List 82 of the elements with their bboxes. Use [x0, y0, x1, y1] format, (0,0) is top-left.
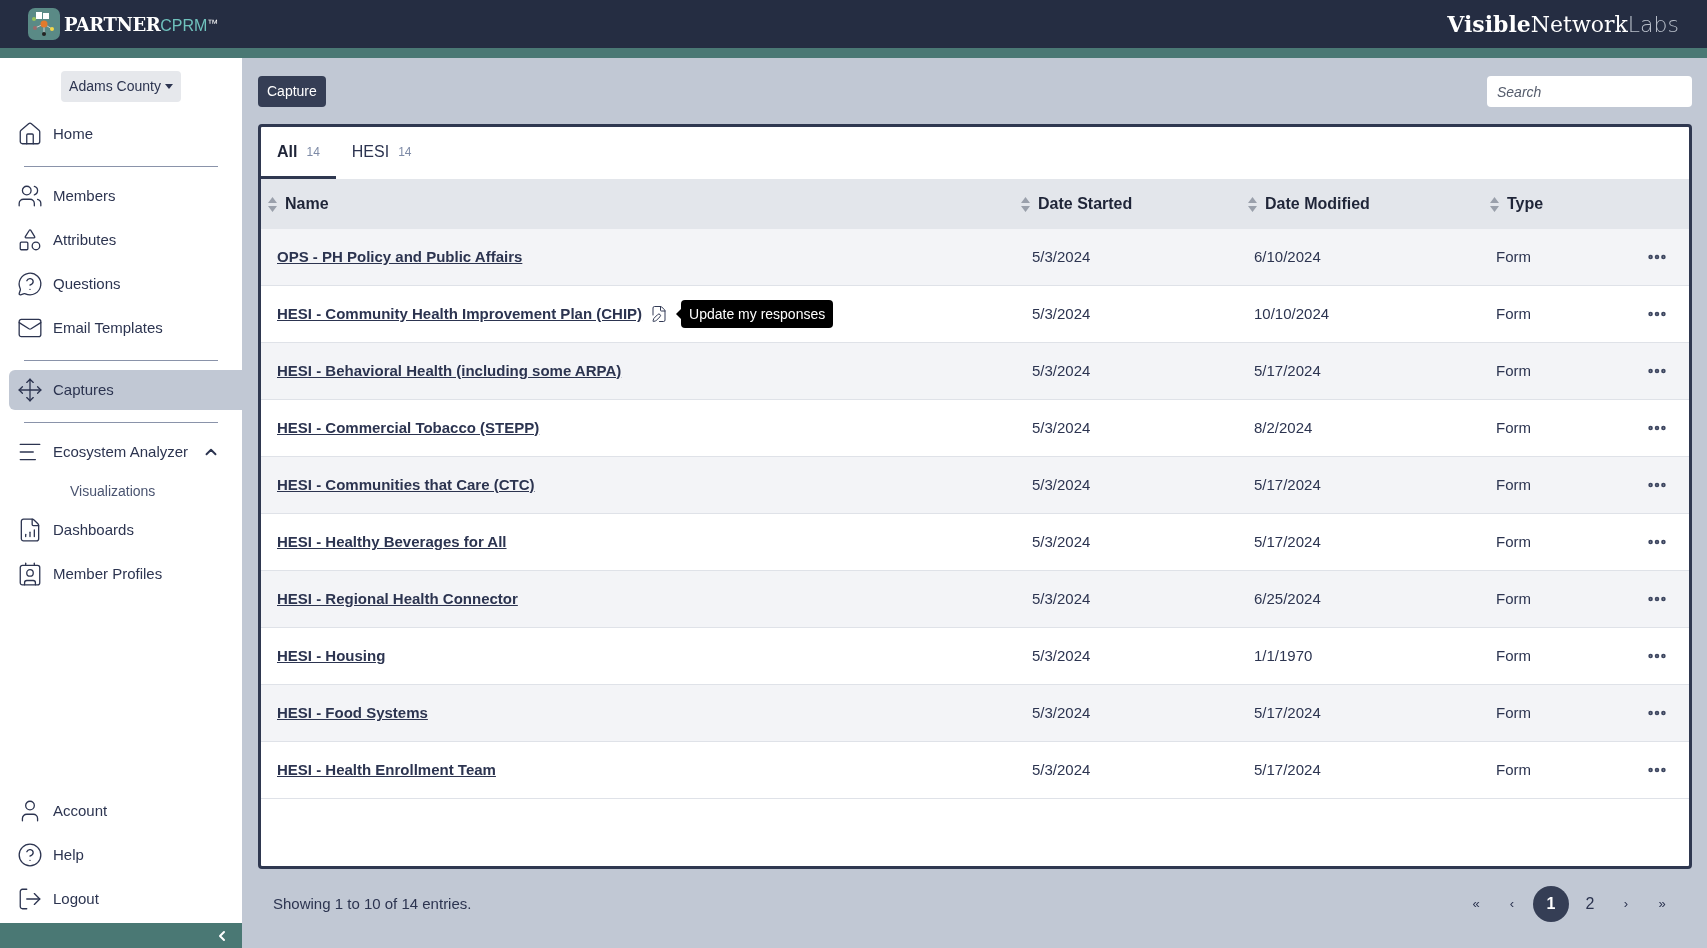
table-cell-text: Form [1495, 474, 1531, 495]
sidebar-item[interactable]: Dashboards [9, 508, 242, 552]
contact-card-icon [17, 561, 43, 587]
sidebar-item[interactable]: Ecosystem Analyzer [9, 430, 242, 474]
search-field[interactable]: Search [1487, 76, 1692, 107]
capture-link[interactable]: HESI - Food Systems [277, 701, 428, 725]
table-cell-text: 5/3/2024 [1031, 360, 1091, 381]
table-cell-text: 5/3/2024 [1031, 531, 1091, 552]
sidebar-item[interactable]: Help [0, 833, 242, 877]
sidebar-item[interactable]: Member Profiles [9, 552, 242, 596]
table-cell-text: 5/17/2024 [1253, 759, 1321, 780]
table-cell-text: Form [1495, 759, 1531, 780]
partner-logo-text: Network [1530, 10, 1628, 39]
sidebar-item[interactable]: Questions [9, 262, 242, 306]
table-cell-text: 1/1/1970 [1253, 645, 1313, 666]
sidebar-item[interactable]: Captures [9, 370, 242, 410]
house-icon [17, 121, 43, 147]
capture-link[interactable]: HESI - Behavioral Health (including some ARPA) [277, 359, 622, 383]
table-cell-text: 5/3/2024 [1031, 588, 1091, 609]
entries-summary: Showing 1 to 10 of 14 entries. [273, 893, 472, 914]
table-cell-text: 5/3/2024 [1031, 759, 1091, 780]
table-cell-text: Form [1495, 246, 1531, 267]
table-cell-text: 5/3/2024 [1031, 645, 1091, 666]
trademark-mark: ™ [207, 15, 219, 31]
table-cell-text: 5/17/2024 [1253, 360, 1321, 381]
table-cell-text: 5/3/2024 [1031, 303, 1091, 324]
sidebar-item[interactable]: Attributes [9, 218, 242, 262]
table-cell-text: 6/10/2024 [1253, 246, 1321, 267]
partner-logo-text: Visible [1447, 9, 1531, 39]
brand-suffix: CPRM [160, 15, 208, 36]
page-button[interactable]: 1 [1533, 886, 1569, 922]
sidebar-subitem[interactable]: Visualizations [0, 474, 242, 508]
sidebar-item[interactable]: Logout [0, 877, 242, 921]
column-header[interactable]: Type [1490, 192, 1631, 216]
column-header[interactable]: Date Started [1021, 192, 1248, 216]
people-icon [17, 183, 43, 209]
tooltip: Update my responses [681, 300, 834, 328]
org-dropdown[interactable]: Adams County [61, 71, 181, 102]
move-cross-icon [17, 377, 43, 403]
table-cell-text: 5/3/2024 [1031, 417, 1091, 438]
capture-link[interactable]: OPS - PH Policy and Public Affairs [277, 245, 523, 269]
table-cell-text: 8/2/2024 [1253, 417, 1313, 438]
partner-logo-text: Labs [1627, 10, 1679, 39]
table-cell-text: Form [1495, 702, 1531, 723]
table-cell-text: 5/3/2024 [1031, 246, 1091, 267]
sidebar-item[interactable]: Home [9, 112, 242, 156]
capture-link[interactable]: HESI - Commercial Tobacco (STEPP) [277, 416, 540, 440]
column-header[interactable]: Date Modified [1248, 192, 1490, 216]
table-cell-text: 5/17/2024 [1253, 474, 1321, 495]
capture-button[interactable]: Capture [258, 76, 326, 107]
capture-link[interactable]: HESI - Regional Health Connector [277, 587, 518, 611]
table-cell-text: 5/17/2024 [1253, 702, 1321, 723]
capture-link[interactable]: HESI - Community Health Improvement Plan (CHIP) [277, 302, 643, 326]
table-cell-text: Form [1495, 531, 1531, 552]
capture-link[interactable]: HESI - Health Enrollment Team [277, 758, 496, 782]
logout-icon [17, 886, 43, 912]
table-cell-text: Form [1495, 417, 1531, 438]
brand-name: PARTNER [64, 12, 161, 37]
table-cell-text: 6/25/2024 [1253, 588, 1321, 609]
table-cell-text: Form [1495, 645, 1531, 666]
table-cell-text: Form [1495, 360, 1531, 381]
sidebar-item[interactable]: Members [9, 174, 242, 218]
app-logo-icon [28, 8, 60, 40]
table-cell-text: 5/17/2024 [1253, 531, 1321, 552]
edit-icon[interactable] [650, 305, 669, 323]
sidebar-item[interactable]: Email Templates [9, 306, 242, 350]
shapes-icon [17, 227, 43, 253]
table-cell-text: 5/3/2024 [1031, 474, 1091, 495]
page-button[interactable]: 2 [1575, 886, 1605, 922]
question-bubble-icon [17, 271, 43, 297]
filter-tab[interactable]: HESI 14 [335, 127, 428, 179]
capture-link[interactable]: HESI - Housing [277, 644, 386, 668]
help-icon [17, 842, 43, 868]
sidebar-item[interactable]: Account [0, 789, 242, 833]
caret-icon [164, 84, 173, 89]
column-header[interactable]: Name [261, 192, 1021, 216]
table-cell-text: Form [1495, 588, 1531, 609]
capture-link[interactable]: HESI - Healthy Beverages for All [277, 530, 507, 554]
table-cell-text: 5/3/2024 [1031, 702, 1091, 723]
table-cell-text: 10/10/2024 [1253, 303, 1330, 324]
table-cell-text: Form [1495, 303, 1531, 324]
capture-link[interactable]: HESI - Communities that Care (CTC) [277, 473, 535, 497]
